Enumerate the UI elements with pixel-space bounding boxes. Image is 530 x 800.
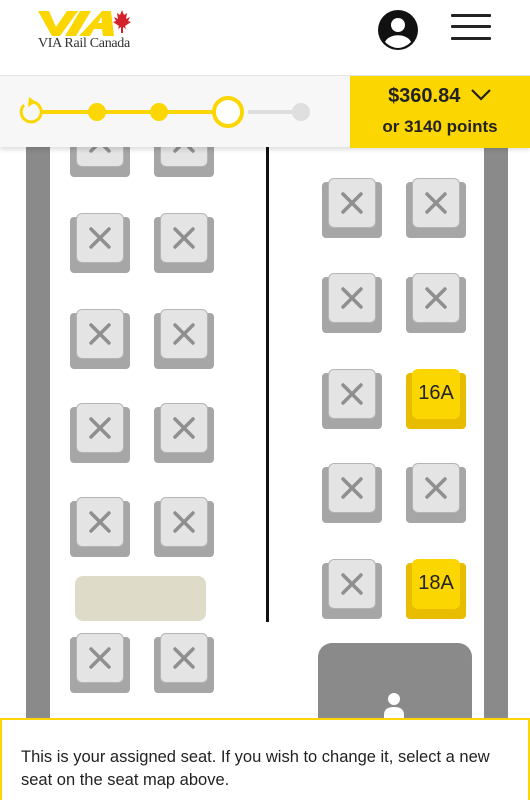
unavailable-x-icon xyxy=(425,287,447,309)
unavailable-x-icon xyxy=(173,511,195,533)
unavailable-x-icon xyxy=(89,227,111,249)
unavailable-x-icon xyxy=(173,227,195,249)
step-5-dot xyxy=(292,103,310,121)
seat-unavailable xyxy=(406,273,466,333)
total-points: or 3140 points xyxy=(382,117,498,136)
seat-unavailable xyxy=(70,213,130,273)
seat-unavailable xyxy=(154,633,214,693)
unavailable-x-icon xyxy=(89,647,111,669)
unavailable-x-icon xyxy=(89,323,111,345)
seat-unavailable xyxy=(322,273,382,333)
seat-unavailable xyxy=(70,497,130,557)
via-rail-logo[interactable]: VIA Rail Canada xyxy=(36,6,146,56)
unavailable-x-icon xyxy=(89,147,111,153)
assigned-seat-message-text: This is your assigned seat. If you wish … xyxy=(21,748,490,789)
app-header: VIA Rail Canada xyxy=(0,0,530,75)
step-4-current xyxy=(212,96,244,128)
seat-unavailable xyxy=(322,178,382,238)
seat-unavailable xyxy=(322,463,382,523)
seat-unavailable xyxy=(154,403,214,463)
seat-unavailable xyxy=(322,559,382,619)
seat-unavailable xyxy=(154,497,214,557)
unavailable-x-icon xyxy=(341,477,363,499)
seat-available[interactable]: 18A xyxy=(406,559,466,619)
unavailable-x-icon xyxy=(425,477,447,499)
hamburger-menu-icon[interactable] xyxy=(451,12,491,42)
booking-stepper xyxy=(19,96,310,128)
seat-unavailable xyxy=(70,147,130,177)
assigned-seat-message: This is your assigned seat. If you wish … xyxy=(0,718,530,800)
logo-text: VIA Rail Canada xyxy=(38,36,130,51)
seat-unavailable xyxy=(154,309,214,369)
seat-unavailable xyxy=(154,213,214,273)
seat-label: 16A xyxy=(418,382,454,404)
booking-progress-bar: $360.84 or 3140 points xyxy=(0,75,530,148)
unavailable-x-icon xyxy=(173,147,195,153)
account-circle-icon[interactable] xyxy=(377,9,419,51)
step-2-dot[interactable] xyxy=(88,103,106,121)
unavailable-x-icon xyxy=(341,192,363,214)
unavailable-x-icon xyxy=(341,383,363,405)
restart-step-icon[interactable] xyxy=(19,97,43,124)
unavailable-x-icon xyxy=(341,287,363,309)
aisle-divider xyxy=(266,147,269,622)
unavailable-x-icon xyxy=(425,192,447,214)
chevron-down-icon xyxy=(471,88,491,101)
step-3-dot[interactable] xyxy=(150,103,168,121)
via-logo-mark xyxy=(38,10,131,36)
car-wall-left xyxy=(26,147,50,800)
seat-available[interactable]: 16A xyxy=(406,369,466,429)
seat-unavailable xyxy=(154,147,214,177)
unavailable-x-icon xyxy=(89,511,111,533)
unavailable-x-icon xyxy=(89,417,111,439)
table-area xyxy=(75,576,206,621)
seat-label: 18A xyxy=(418,572,454,594)
seat-unavailable xyxy=(70,403,130,463)
seat-unavailable xyxy=(70,309,130,369)
price-summary[interactable]: $360.84 or 3140 points xyxy=(350,76,530,148)
seat-unavailable xyxy=(406,178,466,238)
seat-unavailable xyxy=(70,633,130,693)
unavailable-x-icon xyxy=(341,573,363,595)
unavailable-x-icon xyxy=(173,647,195,669)
seat-unavailable xyxy=(322,369,382,429)
unavailable-x-icon xyxy=(173,323,195,345)
seat-unavailable xyxy=(406,463,466,523)
unavailable-x-icon xyxy=(173,417,195,439)
total-price: $360.84 xyxy=(388,85,461,107)
car-wall-right xyxy=(484,147,508,800)
seat-map: 16A 18A xyxy=(0,147,530,800)
